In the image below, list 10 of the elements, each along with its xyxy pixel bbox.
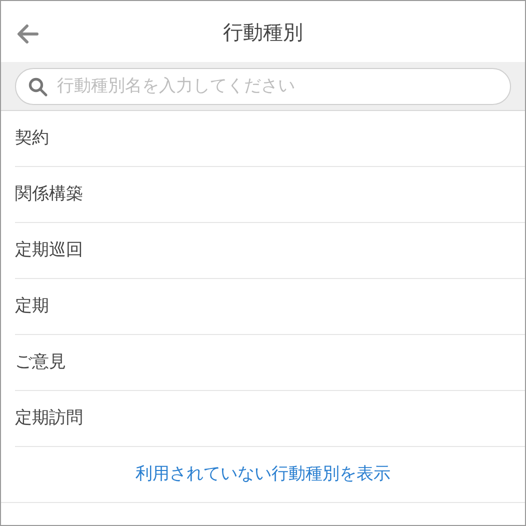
list-item[interactable]: 定期訪問 (15, 406, 83, 432)
search-field[interactable]: 行動種別名を入力してください (15, 68, 511, 104)
list-item[interactable]: 関係構築 (15, 182, 83, 208)
list-item[interactable]: 契約 (15, 126, 49, 152)
back-arrow-icon (17, 24, 39, 44)
list-item[interactable]: 定期巡回 (15, 238, 83, 264)
list-item[interactable]: ご意見 (15, 350, 66, 376)
show-unused-link[interactable]: 利用されていない行動種別を表示 (136, 462, 390, 488)
list-item[interactable]: 定期 (15, 294, 49, 320)
page-title: 行動種別 (223, 18, 303, 46)
